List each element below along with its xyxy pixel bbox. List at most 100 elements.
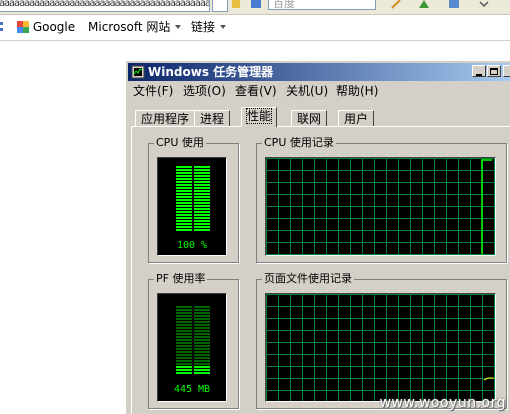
menu-view[interactable]: 查看(V) bbox=[235, 84, 277, 98]
pf-meter-segment bbox=[176, 321, 192, 323]
pf-meter-segment bbox=[176, 324, 192, 326]
pen-icon[interactable] bbox=[390, 0, 402, 10]
chevron-down-icon[interactable] bbox=[478, 0, 490, 10]
cpu-meter-segment bbox=[176, 181, 192, 183]
pf-meter-segment bbox=[176, 315, 192, 317]
pf-meter-segment bbox=[176, 357, 192, 359]
cpu-meter-segment bbox=[194, 217, 210, 219]
cpu-meter-segment bbox=[176, 208, 192, 210]
pf-meter-segment bbox=[194, 345, 210, 347]
address-input[interactable]: aaaaaaaaaaaaaaaaaaaaaaaaaaaaaaaaaaaaaaaa… bbox=[0, 0, 210, 12]
cpu-meter-segment bbox=[194, 169, 210, 171]
pf-meter-segment bbox=[194, 330, 210, 332]
cpu-meter-segment bbox=[194, 211, 210, 213]
pf-meter-segment bbox=[176, 360, 192, 362]
pf-meter-segment bbox=[194, 363, 210, 365]
pf-meter-segment bbox=[176, 339, 192, 341]
cpu-meter-segment bbox=[194, 214, 210, 216]
close-button[interactable] bbox=[503, 65, 510, 77]
tab-networking[interactable]: 联网 bbox=[291, 110, 328, 127]
menu-bar: 文件(F) 选项(O) 查看(V) 关机(U) 帮助(H) bbox=[128, 82, 510, 100]
link-google[interactable]: Google bbox=[0, 20, 75, 34]
cpu-meter-segment bbox=[176, 190, 192, 192]
cpu-usage-value: 100 % bbox=[176, 240, 208, 251]
pf-meter-segment bbox=[194, 306, 210, 308]
pf-usage-bar bbox=[176, 306, 210, 374]
cpu-meter-segment bbox=[194, 202, 210, 204]
menu-options[interactable]: 选项(O) bbox=[183, 84, 226, 98]
cpu-usage-bar bbox=[176, 166, 210, 231]
minimize-button[interactable] bbox=[472, 65, 486, 77]
cpu-meter-segment bbox=[194, 193, 210, 195]
pf-meter-segment bbox=[176, 363, 192, 365]
window-title: Windows 任务管理器 bbox=[148, 65, 274, 79]
image-icon[interactable] bbox=[448, 0, 460, 10]
cpu-usage-group: CPU 使用 100 % bbox=[148, 136, 239, 263]
menu-file[interactable]: 文件(F) bbox=[133, 84, 173, 98]
cpu-meter-segment bbox=[176, 205, 192, 207]
pf-meter-segment bbox=[176, 345, 192, 347]
link-microsoft[interactable]: Microsoft 网站 bbox=[88, 20, 182, 34]
links-toolbar: Google Microsoft 网站 链接 bbox=[0, 15, 510, 41]
pf-meter-segment bbox=[176, 309, 192, 311]
pf-meter-segment bbox=[176, 318, 192, 320]
cpu-meter-segment bbox=[176, 202, 192, 204]
tab-label: 联网 bbox=[297, 112, 322, 126]
tab-users[interactable]: 用户 bbox=[338, 110, 375, 127]
pf-meter-segment bbox=[176, 348, 192, 350]
pf-meter-segment bbox=[194, 324, 210, 326]
maximize-button[interactable] bbox=[487, 65, 501, 77]
tab-performance[interactable]: 性能 bbox=[241, 107, 278, 127]
cpu-meter-segment bbox=[194, 175, 210, 177]
cpu-meter-segment bbox=[194, 181, 210, 183]
pf-meter-segment bbox=[194, 348, 210, 350]
tab-label: 用户 bbox=[344, 112, 369, 126]
pf-meter-segment bbox=[194, 309, 210, 311]
cpu-meter-segment bbox=[194, 178, 210, 180]
cpu-meter-segment bbox=[194, 223, 210, 225]
cpu-meter-segment bbox=[176, 184, 192, 186]
menu-shutdown[interactable]: 关机(U) bbox=[286, 84, 328, 98]
cpu-meter-segment bbox=[176, 229, 192, 231]
chevron-down-icon bbox=[220, 25, 227, 29]
pf-meter-segment bbox=[194, 312, 210, 314]
cpu-meter-segment bbox=[176, 223, 192, 225]
cpu-meter-segment bbox=[176, 169, 192, 171]
tools-icon[interactable] bbox=[418, 0, 430, 10]
tab-applications[interactable]: 应用程序 bbox=[135, 110, 196, 127]
pf-meter-segment bbox=[176, 327, 192, 329]
cpu-meter-segment bbox=[176, 214, 192, 216]
menu-help[interactable]: 帮助(H) bbox=[336, 84, 378, 98]
pf-meter-segment bbox=[176, 351, 192, 353]
cpu-meter-segment bbox=[194, 190, 210, 192]
link-links[interactable]: 链接 bbox=[191, 20, 227, 34]
pf-history-label: 页面文件使用记录 bbox=[262, 272, 354, 286]
tab-label: 应用程序 bbox=[141, 112, 190, 126]
browser-toolbar: aaaaaaaaaaaaaaaaaaaaaaaaaaaaaaaaaaaaaaaa… bbox=[0, 0, 510, 15]
cpu-meter-segment bbox=[176, 187, 192, 189]
pf-meter-segment bbox=[194, 318, 210, 320]
cpu-meter-segment bbox=[176, 226, 192, 228]
pf-meter-segment bbox=[194, 315, 210, 317]
pf-meter-segment bbox=[194, 336, 210, 338]
cpu-meter-segment bbox=[194, 196, 210, 198]
tab-processes[interactable]: 进程 bbox=[194, 110, 231, 127]
chevron-down-icon bbox=[175, 25, 182, 29]
watermark: www.wooyun.org bbox=[379, 395, 506, 411]
pf-history-graph bbox=[265, 293, 496, 402]
cpu-usage-meter: 100 % bbox=[157, 157, 227, 256]
cpu-meter-segment bbox=[194, 166, 210, 168]
star-icon[interactable] bbox=[230, 0, 242, 10]
address-dropdown[interactable] bbox=[212, 0, 228, 12]
pf-usage-label: PF 使用率 bbox=[154, 272, 208, 286]
title-bar[interactable]: Windows 任务管理器 bbox=[128, 63, 510, 81]
pf-meter-segment bbox=[176, 369, 192, 371]
link-label: Google bbox=[32, 20, 76, 34]
search-input[interactable]: 百度 bbox=[268, 0, 376, 10]
pf-meter-segment bbox=[194, 372, 210, 374]
cpu-history-line bbox=[481, 159, 492, 254]
cpu-meter-segment bbox=[176, 178, 192, 180]
pf-usage-value: 445 MB bbox=[173, 384, 211, 395]
cpu-history-group: CPU 使用记录 bbox=[256, 136, 507, 263]
search-engine-icon[interactable] bbox=[250, 0, 262, 10]
